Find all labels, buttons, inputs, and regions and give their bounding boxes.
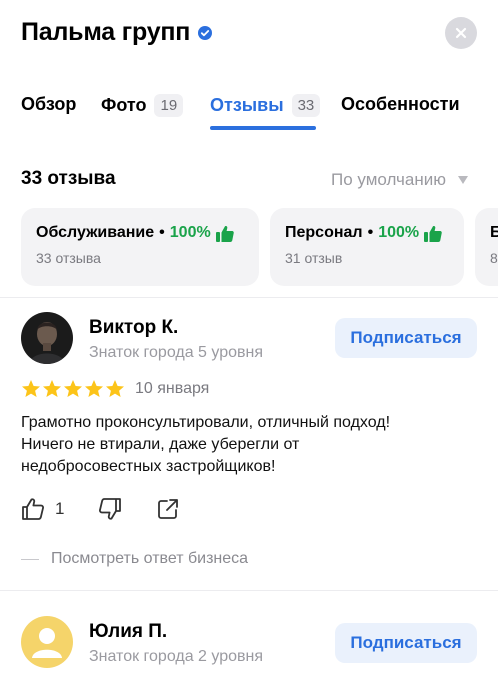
close-icon — [455, 27, 467, 39]
tab-label: Особенности — [341, 94, 460, 114]
aspect-card-title: Б — [490, 224, 498, 242]
view-business-answer-link[interactable]: Посмотреть ответ бизнеса — [21, 550, 248, 568]
tab-reviews[interactable]: Отзывы 33 — [210, 94, 321, 117]
subscribe-button[interactable]: Подписаться — [335, 318, 477, 358]
page-title: Пальма групп — [21, 18, 213, 47]
review-actions: 1 — [21, 497, 214, 521]
org-name: Пальма групп — [21, 18, 191, 46]
aspect-percent: 100% — [378, 224, 420, 241]
tab-label: Фото — [101, 95, 147, 115]
business-answer-label: Посмотреть ответ бизнеса — [51, 550, 249, 567]
like-button[interactable]: 1 — [21, 497, 64, 521]
aspect-card-staff[interactable]: Персонал • 100% 31 отзыв — [270, 208, 464, 286]
thumbs-up-icon — [424, 225, 442, 242]
review-author-level: Знаток города 2 уровня — [89, 648, 264, 665]
review-date: 10 января — [135, 380, 210, 397]
dislike-button[interactable] — [98, 497, 122, 521]
tab-overview[interactable]: Обзор — [21, 94, 76, 115]
star-icon — [85, 380, 103, 397]
aspect-card-partial[interactable]: Б 8 — [475, 208, 498, 286]
review-item: Юлия П. Знаток города 2 уровня Подписать… — [0, 590, 498, 688]
separator-dot: • — [367, 224, 374, 241]
star-icon — [106, 380, 124, 397]
review-author-name[interactable]: Юлия П. — [89, 621, 167, 643]
review-author-name[interactable]: Виктор К. — [89, 317, 178, 339]
star-icon — [43, 380, 61, 397]
aspect-card-title: Обслуживание • 100% — [36, 224, 244, 242]
star-icon — [22, 380, 40, 397]
aspect-reviews-count: 8 — [490, 250, 498, 266]
aspect-card-title: Персонал • 100% — [285, 224, 449, 242]
aspect-name: Б — [490, 224, 498, 241]
divider-dash — [21, 558, 39, 560]
avatar[interactable] — [21, 312, 73, 364]
tab-count-badge: 33 — [291, 94, 321, 117]
separator-dot: • — [159, 224, 165, 241]
like-count: 1 — [55, 499, 65, 518]
tab-bar: Обзор Фото 19 Отзывы 33 Особенности — [0, 90, 498, 132]
thumbs-up-outline-icon — [22, 498, 44, 520]
tab-features[interactable]: Особенности — [341, 94, 460, 115]
subscribe-button[interactable]: Подписаться — [335, 623, 477, 663]
tab-label: Обзор — [21, 94, 77, 114]
active-tab-indicator — [210, 126, 316, 130]
thumbs-down-outline-icon — [99, 498, 122, 520]
verified-check-icon — [198, 25, 213, 40]
sort-label: По умолчанию — [331, 170, 446, 189]
thumbs-up-icon — [215, 225, 234, 242]
aspect-reviews-count: 33 отзыва — [36, 250, 101, 266]
aspect-card-service[interactable]: Обслуживание • 100% 33 отзыва — [21, 208, 259, 286]
aspect-name: Обслуживание — [36, 224, 155, 241]
tab-count-badge: 19 — [154, 94, 184, 117]
chevron-down-icon — [457, 176, 468, 184]
review-item: Виктор К. Знаток города 5 уровня Подписа… — [0, 297, 498, 587]
tab-photos[interactable]: Фото 19 — [101, 94, 184, 117]
header: Пальма групп — [0, 0, 498, 70]
share-icon — [158, 499, 179, 519]
close-button[interactable] — [445, 17, 477, 49]
star-icon — [64, 380, 82, 397]
avatar[interactable] — [21, 616, 73, 668]
tab-label: Отзывы — [210, 95, 284, 115]
review-author-level: Знаток города 5 уровня — [89, 344, 264, 361]
share-button[interactable] — [156, 497, 180, 521]
aspect-reviews-count: 31 отзыв — [285, 250, 343, 266]
sort-dropdown[interactable]: По умолчанию — [331, 170, 468, 190]
aspect-percent: 100% — [169, 224, 211, 241]
review-text: Грамотно проконсультировали, отличный по… — [21, 414, 391, 475]
rating-stars: 10 января — [21, 379, 209, 399]
reviews-count-heading: 33 отзыва — [21, 168, 116, 189]
aspect-cards-carousel[interactable]: Обслуживание • 100% 33 отзыва Персонал •… — [0, 208, 498, 286]
aspect-name: Персонал — [285, 224, 363, 241]
